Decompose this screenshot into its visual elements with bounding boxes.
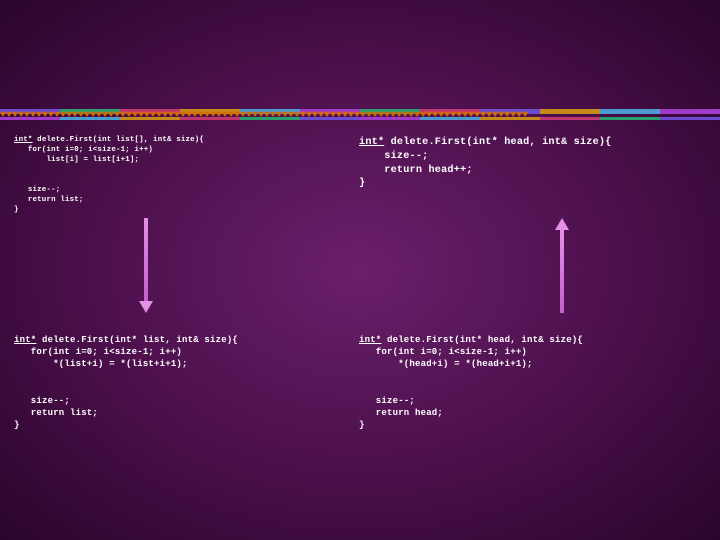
top-row: int* delete.First(int list[], int& size)…: [0, 136, 720, 216]
code-block-top-right: int* delete.First(int* head, int& size){…: [345, 136, 720, 216]
arrows-row: [0, 216, 720, 326]
keyword: int*: [359, 335, 381, 345]
border-segments-bottom: [0, 117, 720, 120]
code-block-top-left: int* delete.First(int list[], int& size)…: [0, 136, 345, 216]
signature: delete.First(int list[], int& size){: [33, 136, 205, 144]
arrow-down-icon: [139, 218, 153, 313]
body: for(int i=0; i<size-1; i++) *(head+i) = …: [359, 347, 533, 430]
signature: delete.First(int* head, int& size){: [381, 335, 583, 345]
body: for(int i=0; i<size-1; i++) *(list+i) = …: [14, 347, 188, 430]
signature: delete.First(int* head, int& size){: [384, 137, 611, 148]
code-block-bottom-right: int* delete.First(int* head, int& size){…: [345, 334, 720, 431]
slide: ♥♥♥♥♥♥♥♥♥♥♥♥♥♥♥♥♥♥♥♥♥♥♥♥♥♥♥♥♥♥♥♥♥♥♥♥♥♥♥♥…: [0, 0, 720, 540]
decorative-border: ♥♥♥♥♥♥♥♥♥♥♥♥♥♥♥♥♥♥♥♥♥♥♥♥♥♥♥♥♥♥♥♥♥♥♥♥♥♥♥♥…: [0, 109, 720, 121]
body: size--; return head++; }: [359, 151, 473, 190]
keyword: int*: [14, 136, 33, 144]
body: for(int i=0; i<size-1; i++) list[i] = li…: [14, 146, 153, 214]
signature: delete.First(int* list, int& size){: [36, 335, 238, 345]
keyword: int*: [14, 335, 36, 345]
code-block-bottom-left: int* delete.First(int* list, int& size){…: [0, 334, 345, 431]
arrow-up-icon: [555, 218, 569, 313]
bottom-row: int* delete.First(int* list, int& size){…: [0, 334, 720, 431]
content-area: int* delete.First(int list[], int& size)…: [0, 128, 720, 431]
keyword: int*: [359, 137, 384, 148]
